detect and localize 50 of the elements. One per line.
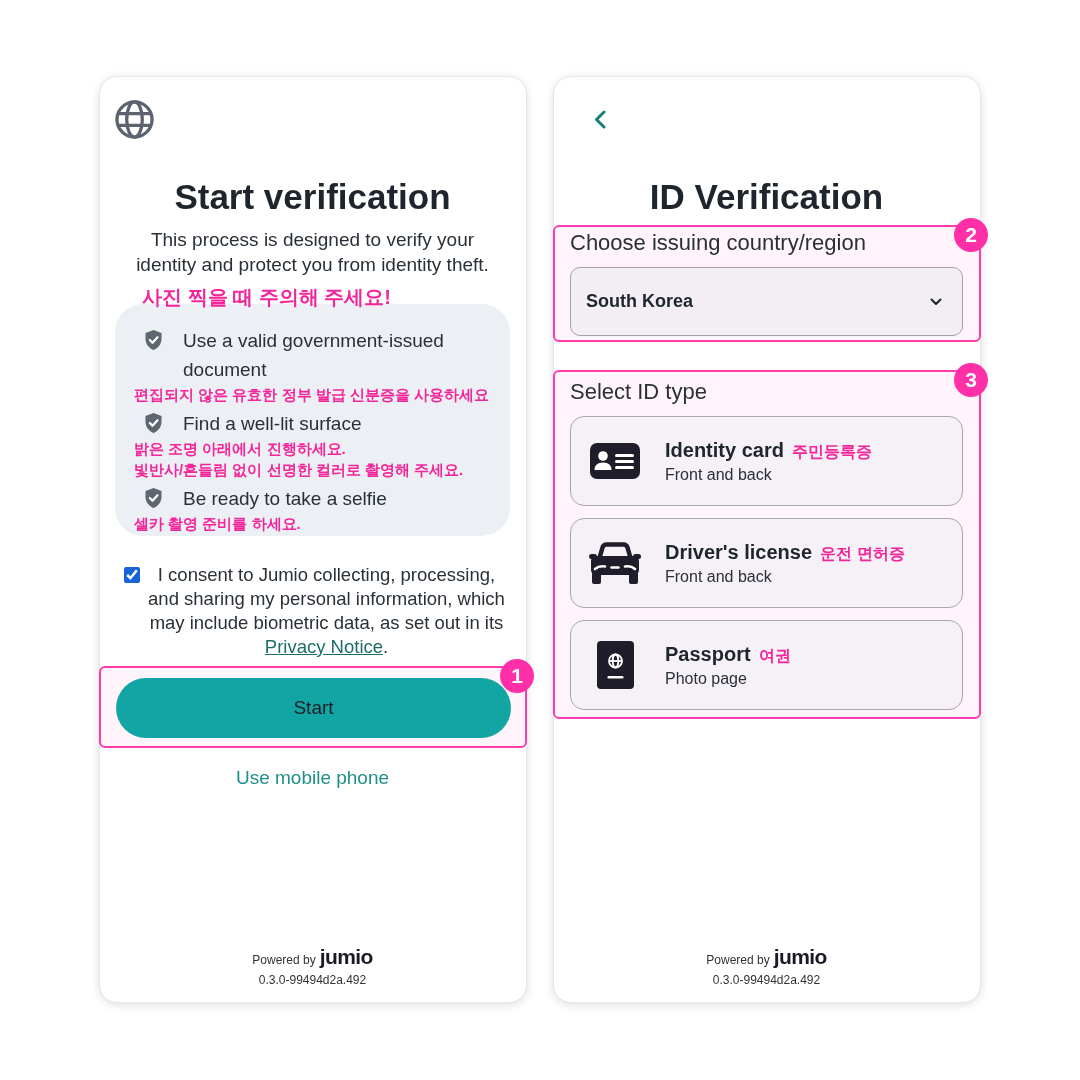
option-title: Passport — [665, 642, 751, 667]
tip-text: Be ready to take a selfie — [183, 487, 387, 511]
chevron-down-icon — [930, 297, 942, 306]
chevron-left-icon — [594, 110, 606, 129]
option-title: Driver's license — [665, 540, 813, 565]
screen-title: ID Verification — [648, 176, 885, 218]
privacy-notice-link[interactable]: Privacy Notice — [264, 636, 384, 657]
field-label: Select ID type — [570, 379, 707, 405]
callout-number-badge: 1 — [500, 659, 534, 693]
annotation-note: 사진 찍을 때 주의해 주세요! — [142, 285, 391, 309]
id-card-icon — [590, 443, 640, 479]
use-mobile-phone-link[interactable]: Use mobile phone — [235, 766, 390, 790]
passport-icon — [596, 641, 634, 689]
annotation-note: 여권 — [758, 646, 791, 666]
annotation-note: 밝은 조명 아래에서 진행하세요. — [134, 439, 346, 459]
consent-text: I consent to Jumio collecting, processing, and sharing my personal information, which may include biometric data, as set out in its Privacy Notice. — [147, 563, 506, 659]
globe-icon[interactable] — [115, 100, 154, 139]
description-text: This process is designed to verify your identity and protect you from identity theft. — [135, 228, 490, 277]
shield-check-icon — [145, 413, 162, 433]
annotation-note: 주민등록증 — [791, 442, 872, 462]
option-title: Identity card — [665, 438, 784, 463]
field-label: Choose issuing country/region — [570, 230, 866, 256]
annotation-note: 운전 면허증 — [820, 544, 905, 564]
start-button[interactable]: Start — [116, 678, 511, 738]
shield-check-icon — [145, 330, 162, 350]
option-subtitle: Photo page — [665, 669, 748, 689]
screen-title: Start verification — [173, 176, 452, 218]
option-subtitle: Front and back — [665, 465, 773, 485]
brand-logo: jumio — [319, 945, 373, 969]
brand-logo: jumio — [773, 945, 827, 969]
id-type-option[interactable]: Identity card 주민등록증 Front and back — [570, 416, 963, 506]
tip-text: Find a well-lit surface — [183, 412, 362, 436]
option-subtitle: Front and back — [665, 567, 773, 587]
shield-check-icon — [145, 488, 162, 508]
car-icon — [589, 542, 641, 584]
annotation-note: 편집되지 않은 유효한 정부 발급 신분증을 사용하세요 — [134, 385, 489, 405]
country-select[interactable]: South Korea — [570, 267, 963, 336]
annotation-note: 빛반사/흔들림 없이 선명한 컬러로 촬영해 주세요. — [134, 460, 464, 480]
id-type-option[interactable]: Passport 여권 Photo page — [570, 620, 963, 710]
version-text: 0.3.0-99494d2a.492 — [712, 972, 821, 988]
consent-checkbox[interactable] — [124, 567, 140, 583]
id-type-option[interactable]: Driver's license 운전 면허증 Front and back — [570, 518, 963, 608]
powered-by-text: Powered by — [706, 953, 770, 967]
annotation-note: 셀카 촬영 준비를 하세요. — [134, 514, 301, 534]
version-text: 0.3.0-99494d2a.492 — [258, 972, 367, 988]
tip-text: Use a valid government-issued document — [183, 329, 445, 382]
callout-number-badge: 2 — [954, 218, 988, 252]
back-button[interactable] — [594, 110, 606, 129]
powered-by-text: Powered by — [252, 953, 316, 967]
callout-number-badge: 3 — [954, 363, 988, 397]
